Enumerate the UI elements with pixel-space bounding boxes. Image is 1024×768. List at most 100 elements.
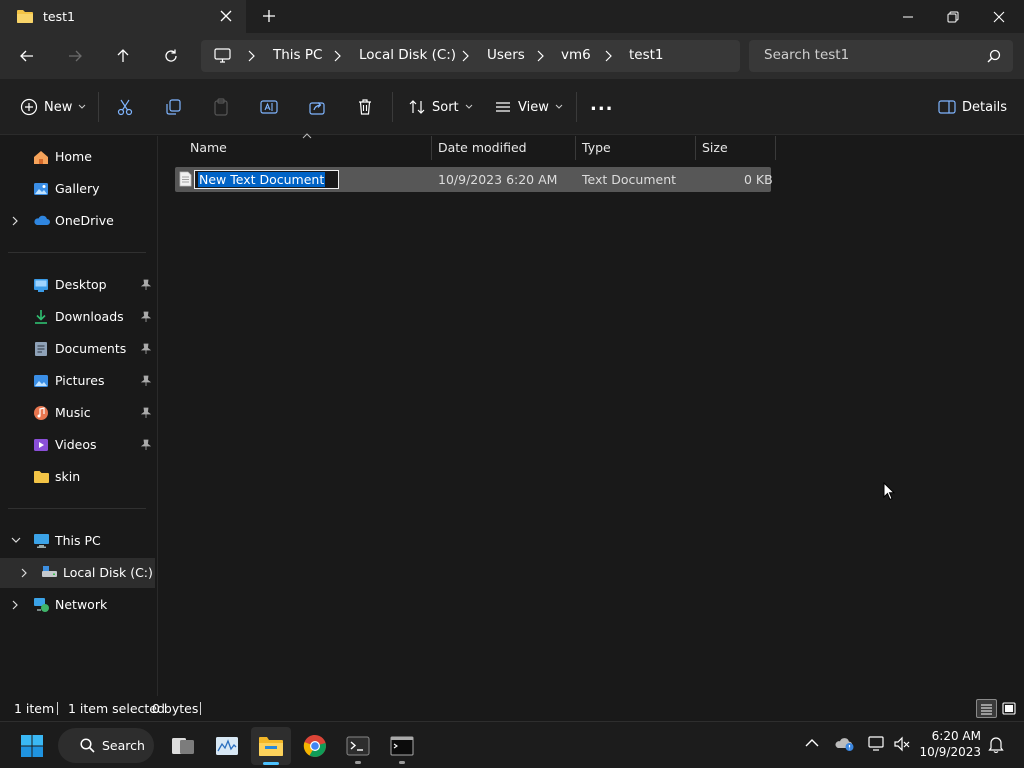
copy-button[interactable]	[164, 96, 182, 118]
active-indicator	[263, 762, 279, 765]
navigation-pane: Home Gallery OneDrive Desktop Downloads	[0, 136, 158, 696]
chevron-right-icon[interactable]	[20, 568, 28, 578]
clock-time[interactable]: 6:20 AM	[911, 729, 981, 743]
pin-icon[interactable]	[141, 311, 151, 323]
volume-muted-icon[interactable]	[893, 736, 911, 752]
tray-overflow-chevron-icon[interactable]	[805, 738, 819, 747]
sort-button[interactable]: Sort	[408, 96, 473, 118]
sidebar-item-videos[interactable]: Videos	[0, 430, 155, 460]
breadcrumb-vm6[interactable]: vm6	[561, 47, 591, 63]
pictures-folder-icon	[33, 373, 49, 389]
sidebar-item-music[interactable]: Music	[0, 398, 155, 428]
column-divider[interactable]	[775, 136, 776, 160]
notification-bell-icon[interactable]	[988, 736, 1004, 754]
sidebar-item-pictures[interactable]: Pictures	[0, 366, 155, 396]
chevron-down-icon	[78, 104, 86, 110]
pin-icon[interactable]	[141, 375, 151, 387]
more-options-button[interactable]: ...	[590, 93, 614, 115]
sidebar-item-label: Music	[55, 405, 91, 420]
selected-count: 1 item selected	[68, 701, 165, 716]
breadcrumb-this-pc[interactable]: This PC	[273, 47, 322, 63]
delete-button[interactable]	[356, 96, 374, 118]
start-button[interactable]	[12, 727, 52, 765]
sidebar-item-downloads[interactable]: Downloads	[0, 302, 155, 332]
pin-icon[interactable]	[141, 279, 151, 291]
restore-button[interactable]	[930, 0, 976, 33]
chevron-down-icon[interactable]	[11, 536, 21, 544]
sidebar-item-gallery[interactable]: Gallery	[0, 174, 155, 204]
music-folder-icon	[33, 405, 49, 421]
new-button[interactable]: New	[20, 96, 86, 118]
table-row[interactable]: New Text Document 10/9/2023 6:20 AM Text…	[175, 167, 773, 192]
cut-button[interactable]	[116, 96, 134, 118]
sidebar-item-this-pc[interactable]: This PC	[0, 526, 155, 556]
downloads-folder-icon	[33, 309, 49, 325]
column-header-size[interactable]: Size	[696, 136, 775, 160]
pin-icon[interactable]	[141, 439, 151, 451]
taskbar-app-console[interactable]	[382, 727, 422, 765]
item-count: 1 item	[14, 701, 55, 716]
taskbar-app-file-explorer[interactable]	[251, 727, 291, 765]
sidebar-item-label: Downloads	[55, 309, 124, 324]
task-view-button[interactable]	[163, 727, 203, 765]
refresh-button[interactable]	[156, 41, 186, 71]
chevron-right-icon[interactable]	[11, 600, 19, 610]
address-bar[interactable]: This PC Local Disk (C:) Users vm6 test1	[201, 40, 740, 72]
rename-button[interactable]	[260, 96, 278, 118]
more-label: ...	[590, 93, 614, 115]
new-tab-icon[interactable]	[261, 8, 277, 24]
taskbar-search-button[interactable]: Search	[58, 728, 154, 763]
column-header-name[interactable]: Name	[184, 133, 432, 160]
breadcrumb-users[interactable]: Users	[487, 47, 525, 63]
chevron-right-icon[interactable]	[11, 216, 19, 226]
column-header-label: Type	[582, 140, 611, 155]
close-tab-icon[interactable]	[218, 8, 234, 24]
rename-input[interactable]: New Text Document	[194, 170, 339, 189]
search-icon	[80, 738, 95, 753]
drive-icon	[41, 565, 58, 579]
sidebar-item-label: Local Disk (C:)	[63, 565, 153, 580]
address-row: This PC Local Disk (C:) Users vm6 test1 …	[0, 33, 1024, 79]
details-pane-button[interactable]: Details	[938, 96, 1007, 118]
taskbar-app-terminal[interactable]	[338, 727, 378, 765]
trash-icon	[356, 98, 374, 116]
file-type: Text Document	[582, 172, 677, 187]
back-button[interactable]	[12, 41, 42, 71]
column-header-date[interactable]: Date modified	[432, 136, 575, 160]
terminal-icon	[346, 736, 370, 756]
breadcrumb-local-disk[interactable]: Local Disk (C:)	[359, 47, 456, 63]
share-button[interactable]	[308, 96, 326, 118]
tab-active[interactable]: test1	[0, 0, 246, 33]
large-icons-view-button[interactable]	[1000, 700, 1018, 717]
sidebar-item-desktop[interactable]: Desktop	[0, 270, 155, 300]
close-window-button[interactable]	[976, 0, 1022, 33]
file-explorer-icon	[258, 735, 284, 757]
column-header-type[interactable]: Type	[576, 136, 695, 160]
network-status-icon[interactable]	[867, 736, 887, 752]
column-header-label: Date modified	[438, 140, 527, 155]
forward-button[interactable]	[60, 41, 90, 71]
file-size: 0 KB	[744, 172, 773, 187]
view-button[interactable]: View	[494, 96, 563, 118]
paste-button[interactable]	[212, 96, 230, 118]
taskbar-app-resource-monitor[interactable]	[207, 727, 247, 765]
onedrive-status-icon[interactable]	[835, 736, 855, 752]
divider	[8, 252, 146, 253]
sidebar-item-home[interactable]: Home	[0, 142, 155, 172]
sidebar-item-local-disk[interactable]: Local Disk (C:)	[0, 558, 155, 588]
pin-icon[interactable]	[141, 407, 151, 419]
pin-icon[interactable]	[141, 343, 151, 355]
clock-date[interactable]: 10/9/2023	[911, 745, 981, 759]
sidebar-item-label: This PC	[55, 533, 101, 548]
search-input[interactable]: Search test1	[749, 40, 1013, 72]
breadcrumb-test1[interactable]: test1	[629, 47, 664, 63]
sidebar-item-skin[interactable]: skin	[0, 462, 155, 492]
sidebar-item-onedrive[interactable]: OneDrive	[0, 206, 155, 236]
up-button[interactable]	[108, 41, 138, 71]
details-view-button[interactable]	[976, 699, 997, 718]
sidebar-item-documents[interactable]: Documents	[0, 334, 155, 364]
sidebar-item-network[interactable]: Network	[0, 590, 155, 620]
taskbar-app-chrome[interactable]	[295, 727, 335, 765]
minimize-button[interactable]	[885, 0, 931, 33]
chrome-icon	[303, 734, 327, 758]
